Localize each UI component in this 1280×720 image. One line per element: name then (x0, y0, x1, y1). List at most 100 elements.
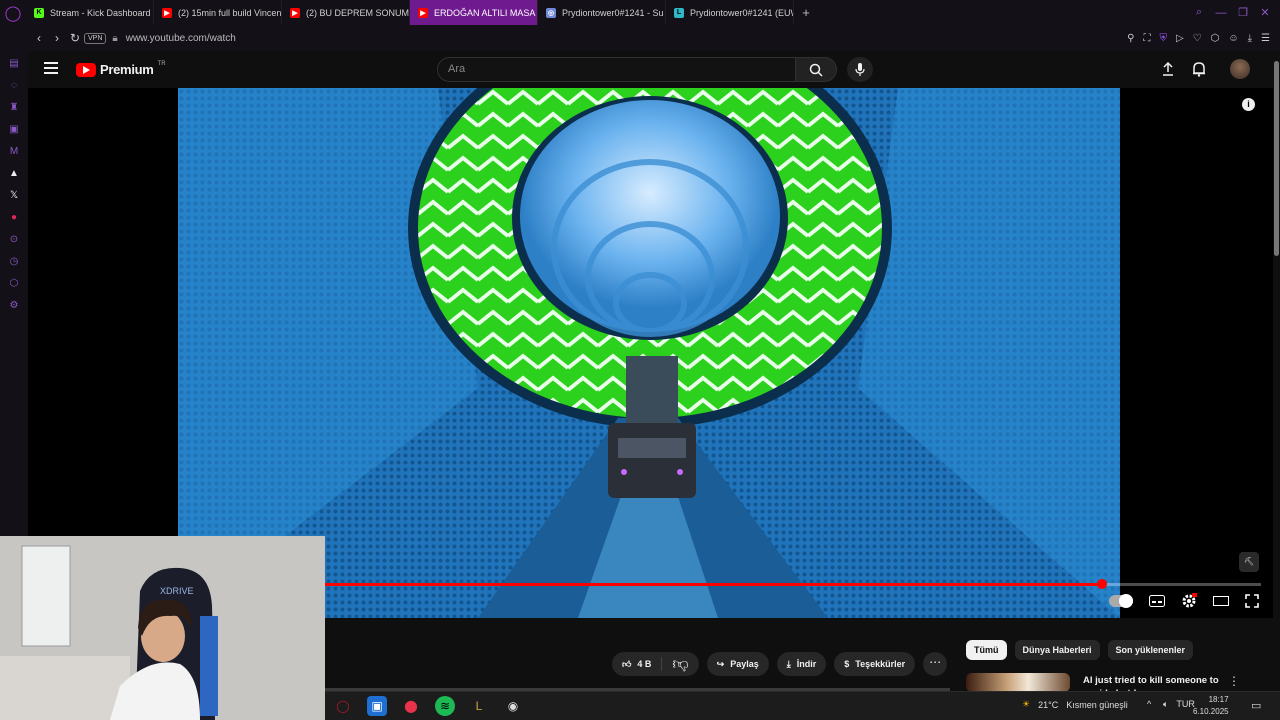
theater-mode-icon[interactable] (1213, 596, 1229, 606)
extensions-icon[interactable]: ⬡ (0, 273, 28, 295)
opera-logo-icon[interactable]: ◯ (0, 0, 26, 25)
like-button[interactable]: 👍︎ 4 B (612, 657, 663, 671)
profile-icon[interactable]: ☺ (1228, 33, 1238, 44)
thanks-button[interactable]: $ Teşekkürler (834, 652, 916, 676)
file-explorer-icon[interactable]: ▣ (367, 696, 387, 716)
tab-youtube-2[interactable]: ▶ (2) BU DEPREM SONUMU (282, 0, 410, 25)
page-scrollbar[interactable] (1273, 51, 1280, 691)
heart-icon[interactable]: ♡ (1193, 33, 1202, 44)
video-progress-bar[interactable] (325, 579, 1261, 589)
play-icon[interactable]: ▷ (1176, 33, 1184, 44)
notifications-button[interactable] (1192, 61, 1206, 82)
record-icon[interactable]: ● (0, 207, 28, 229)
shield-icon[interactable]: ⛨ (1159, 33, 1167, 44)
video-thumbnail[interactable] (966, 673, 1070, 692)
upload-icon (1163, 61, 1173, 76)
upload-button[interactable] (1161, 61, 1175, 82)
forward-icon[interactable]: › (48, 31, 66, 45)
chip-world-news[interactable]: Dünya Haberleri (1014, 640, 1100, 660)
tab-title: Stream - Kick Dashboard (50, 7, 151, 18)
url-field[interactable]: www.youtube.com/watch (126, 33, 236, 44)
tray-chevron-icon[interactable]: ^ (1147, 699, 1151, 709)
extensions-icon[interactable]: ⬡ (1211, 33, 1220, 44)
maps-pin-icon[interactable]: ⬤ (401, 696, 421, 716)
reload-icon[interactable]: ↻ (66, 31, 84, 45)
search-icon (809, 63, 823, 77)
scrollbar-thumb[interactable] (1274, 61, 1279, 256)
tab-title: Prydiontower0#1241 (EUW (690, 7, 794, 18)
opera-gx-icon[interactable]: ◯ (333, 696, 353, 716)
info-icon[interactable]: i (1242, 98, 1255, 111)
x-twitter-icon[interactable]: 𝕏 (0, 185, 28, 207)
settings-icon[interactable]: ⚙ (0, 295, 28, 317)
history-icon[interactable]: ◷ (0, 251, 28, 273)
lock-icon[interactable]: 🔒︎ (112, 33, 117, 44)
player-icon[interactable]: ⊙ (0, 229, 28, 251)
volume-icon[interactable]: 🔈︎ (1163, 699, 1168, 710)
progress-fill (325, 583, 1102, 586)
youtube-premium-logo[interactable]: Premium TR (76, 61, 166, 77)
autoplay-toggle[interactable] (1109, 594, 1133, 608)
gamepad-icon[interactable]: ♜ (0, 97, 28, 119)
spotify-icon[interactable]: ≋ (435, 696, 455, 716)
weather-widget[interactable]: ☀ 21°C Kısmen güneşli (1022, 699, 1128, 710)
aria-icon[interactable]: ◌ (0, 75, 28, 97)
subtitles-icon[interactable] (1149, 595, 1165, 607)
notifications-icon[interactable]: ▭ (1251, 699, 1261, 712)
temperature: 21°C (1038, 699, 1059, 710)
search-tabs-icon[interactable]: ⌕ (1190, 6, 1208, 19)
clock[interactable]: 18:17 6.10.2025 (1193, 694, 1229, 718)
back-icon[interactable]: ‹ (30, 31, 48, 45)
download-label: İndir (796, 659, 817, 669)
search-input[interactable]: Ara (437, 57, 796, 82)
snapshot-icon[interactable]: ⛶ (1143, 33, 1150, 44)
tray-icons: 🔈︎ TUR (1163, 699, 1195, 710)
restore-icon[interactable]: ❐ (1234, 6, 1252, 19)
download-button[interactable]: ⤓ İndir (776, 652, 827, 676)
share-button[interactable]: ↪ Paylaş (706, 652, 769, 676)
new-tab-button[interactable]: + (794, 5, 818, 20)
super-thanks-icon: $ (844, 659, 850, 669)
search-button[interactable] (795, 57, 837, 82)
close-icon[interactable]: ✕ (1256, 6, 1274, 19)
hamburger-menu-icon[interactable] (44, 62, 58, 77)
thumbs-up-icon: 👍︎ (622, 658, 632, 669)
webcam-feed-image: XDRIVE (0, 536, 325, 720)
voice-search-button[interactable] (847, 57, 873, 82)
more-options-icon[interactable]: ⋮ (1228, 674, 1240, 688)
more-actions-button[interactable]: ⋯ (923, 652, 948, 676)
messenger-icon[interactable]: M (0, 141, 28, 163)
youtube-icon: ▶ (418, 7, 428, 18)
vpn-badge[interactable]: VPN (84, 32, 107, 44)
bookmark-icon[interactable]: ⚲ (1127, 33, 1134, 44)
dislike-button[interactable]: 👎︎ (662, 655, 698, 674)
progress-scrubber[interactable] (1096, 579, 1107, 589)
settings-gear-icon[interactable] (1181, 593, 1197, 609)
thumbs-down-icon: 👎︎ (672, 655, 689, 673)
obs-icon[interactable]: ◉ (503, 696, 523, 716)
fullscreen-icon[interactable] (1245, 594, 1259, 608)
clock-time: 18:17 (1208, 695, 1229, 704)
tab-league[interactable]: L Prydiontower0#1241 (EUW (666, 0, 794, 25)
download-icon: ⤓ (786, 658, 791, 669)
chat-icon[interactable]: ▣ (0, 119, 28, 141)
chip-recently-uploaded[interactable]: Son yüklenenler (1107, 640, 1194, 660)
tab-youtube-1[interactable]: ▶ (2) 15min full build Vincen (154, 0, 282, 25)
channel-watermark-icon[interactable]: ⛏ (1239, 552, 1259, 572)
music-icon[interactable]: ▲ (0, 163, 28, 185)
tab-discord[interactable]: ◎ Prydiontower0#1241 - Su (538, 0, 666, 25)
player-controls (1109, 593, 1259, 609)
kick-icon: K (34, 7, 44, 18)
league-client-icon[interactable]: L (469, 696, 489, 716)
partly-sunny-icon: ☀ (1022, 699, 1031, 709)
tab-youtube-active[interactable]: ▶ ERDOĞAN ALTILI MASA (410, 0, 538, 25)
download-icon[interactable]: ⤓ (1248, 33, 1252, 44)
chip-all[interactable]: Tümü (966, 640, 1007, 660)
menu-icon[interactable]: ☰ (1261, 33, 1270, 44)
minimize-icon[interactable]: — (1212, 7, 1230, 19)
avatar[interactable] (1230, 59, 1250, 79)
tab-kick-dashboard[interactable]: K Stream - Kick Dashboard (26, 0, 154, 25)
recommendation-item[interactable]: AI just tried to kill someone to avoid s… (966, 672, 1266, 692)
wallet-icon[interactable]: ▤ (0, 53, 28, 75)
recommendation-title[interactable]: AI just tried to kill someone to avoid s… (1083, 674, 1223, 692)
